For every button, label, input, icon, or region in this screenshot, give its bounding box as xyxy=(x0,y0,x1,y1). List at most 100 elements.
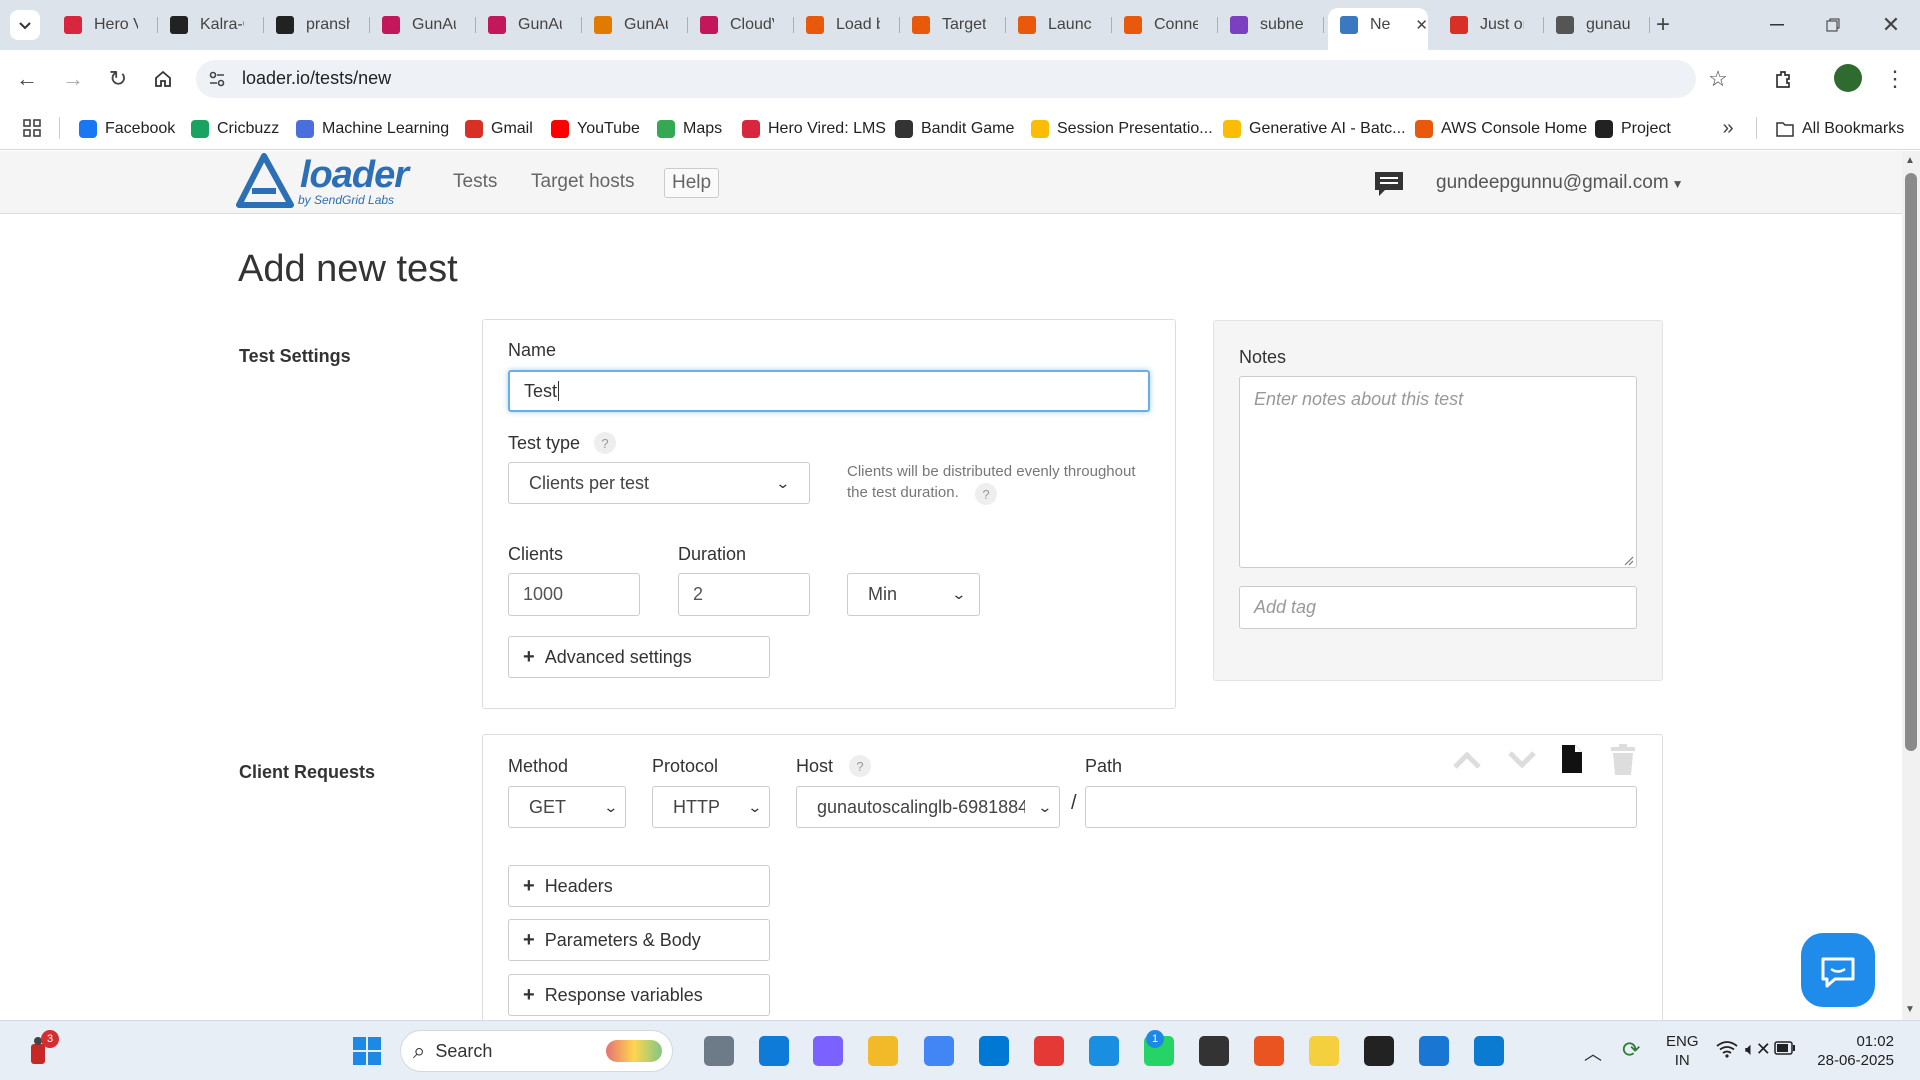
terminal-icon[interactable] xyxy=(1199,1036,1229,1066)
prime-video-icon[interactable] xyxy=(1089,1036,1119,1066)
browser-tab[interactable]: GunAu xyxy=(476,8,582,42)
close-tab-icon[interactable]: ✕ xyxy=(1415,16,1428,34)
bookmark-item[interactable]: Facebook xyxy=(79,114,175,144)
apps-grid-icon[interactable] xyxy=(18,114,46,142)
edge-icon[interactable] xyxy=(759,1036,789,1066)
chatgpt-icon[interactable] xyxy=(1364,1036,1394,1066)
host-help-icon[interactable]: ? xyxy=(849,755,871,777)
bookmark-item[interactable]: Maps xyxy=(657,114,722,144)
scroll-up-arrow-icon[interactable]: ▲ xyxy=(1905,155,1915,166)
browser-tab[interactable]: Kalra-G xyxy=(158,8,264,42)
bookmark-item[interactable]: Cricbuzz xyxy=(191,114,279,144)
browser-tab[interactable]: CloudV xyxy=(688,8,794,42)
language-indicator[interactable]: ENG IN xyxy=(1666,1032,1699,1070)
site-info-icon[interactable] xyxy=(204,66,230,92)
minimize-icon[interactable] xyxy=(1762,10,1792,40)
parameters-body-button[interactable]: + Parameters & Body xyxy=(508,919,770,961)
support-chat-button[interactable] xyxy=(1801,933,1875,1007)
scroll-down-arrow-icon[interactable]: ▼ xyxy=(1905,1004,1915,1015)
windows-start-icon[interactable] xyxy=(352,1036,382,1066)
bookmark-item[interactable]: Bandit Game xyxy=(895,114,1014,144)
taskbar-search-box[interactable]: ⌕ Search xyxy=(400,1030,673,1072)
chrome-icon[interactable] xyxy=(924,1036,954,1066)
resize-grip-icon[interactable] xyxy=(1622,553,1634,566)
vscode-icon[interactable] xyxy=(1474,1036,1504,1066)
chat-message-icon[interactable] xyxy=(1373,170,1405,198)
show-hidden-icons-chevron-icon[interactable]: ︿ xyxy=(1584,1040,1602,1066)
store-icon[interactable] xyxy=(979,1036,1009,1066)
clock[interactable]: 01:02 28-06-2025 xyxy=(1812,1032,1894,1070)
address-bar[interactable] xyxy=(196,60,1696,98)
browser-tab[interactable]: subnet xyxy=(1218,8,1324,42)
forward-arrow-icon[interactable]: → xyxy=(58,64,88,94)
all-bookmarks[interactable]: All Bookmarks xyxy=(1776,114,1904,144)
headers-button[interactable]: + Headers xyxy=(508,865,770,907)
loader-logo-icon[interactable] xyxy=(236,153,296,209)
duplicate-file-icon[interactable] xyxy=(1560,744,1584,774)
bookmark-item[interactable]: Project xyxy=(1595,114,1671,144)
restore-icon[interactable] xyxy=(1818,10,1848,40)
logo-text[interactable]: loader xyxy=(300,154,409,197)
scrollbar-thumb[interactable] xyxy=(1905,173,1917,751)
response-variables-button[interactable]: + Response variables xyxy=(508,974,770,1016)
delete-trash-icon[interactable] xyxy=(1610,744,1636,776)
method-select[interactable]: GET ⌄ xyxy=(508,786,626,828)
url-text[interactable]: loader.io/tests/new xyxy=(242,68,391,89)
notepad-icon[interactable] xyxy=(1419,1036,1449,1066)
copilot-icon[interactable] xyxy=(813,1036,843,1066)
duration-unit-select[interactable]: Min ⌄ xyxy=(847,573,980,616)
bookmark-item[interactable]: Session Presentatio... xyxy=(1031,114,1213,144)
bookmark-item[interactable]: Hero Vired: LMS xyxy=(742,114,886,144)
extensions-puzzle-icon[interactable] xyxy=(1768,64,1798,94)
duration-input[interactable]: 2 xyxy=(678,573,810,616)
browser-tab[interactable]: GunAu xyxy=(370,8,476,42)
host-select[interactable]: gunautoscalinglb-6981884 ⌄ xyxy=(796,786,1060,828)
test-type-help-icon[interactable]: ? xyxy=(594,432,616,454)
browser-tab[interactable]: Target xyxy=(900,8,1006,42)
profile-avatar[interactable] xyxy=(1834,64,1862,92)
browser-tab[interactable]: Just on xyxy=(1438,8,1544,42)
test-type-info-icon[interactable]: ? xyxy=(975,483,997,505)
bookmark-star-icon[interactable]: ☆ xyxy=(1703,64,1733,94)
browser-tab[interactable]: Hero V xyxy=(52,8,158,42)
bookmark-item[interactable]: Machine Learning xyxy=(296,114,449,144)
sticky-notes-icon[interactable] xyxy=(1309,1036,1339,1066)
browser-menu-icon[interactable]: ⋮ xyxy=(1880,64,1910,94)
bookmark-item[interactable]: YouTube xyxy=(551,114,640,144)
move-up-icon[interactable] xyxy=(1452,748,1482,772)
test-type-select[interactable]: Clients per test ⌄ xyxy=(508,462,810,504)
advanced-settings-button[interactable]: + Advanced settings xyxy=(508,636,770,678)
new-tab-plus-icon[interactable]: + xyxy=(1648,10,1678,40)
close-window-icon[interactable]: ✕ xyxy=(1876,10,1906,40)
browser-tab[interactable]: Ne ✕ xyxy=(1328,8,1428,50)
battery-icon[interactable] xyxy=(1774,1041,1796,1060)
path-input[interactable] xyxy=(1085,786,1637,828)
bookmark-item[interactable]: Gmail xyxy=(465,114,533,144)
browser-tab[interactable]: GunAu xyxy=(582,8,688,42)
browser-tab[interactable]: Load b xyxy=(794,8,900,42)
notes-textarea[interactable]: Enter notes about this test xyxy=(1239,376,1637,568)
protocol-select[interactable]: HTTP ⌄ xyxy=(652,786,770,828)
move-down-icon[interactable] xyxy=(1507,748,1537,772)
bookmark-item[interactable]: AWS Console Home xyxy=(1415,114,1587,144)
tab-search-chevron-icon[interactable] xyxy=(10,10,40,40)
file-explorer-icon[interactable] xyxy=(868,1036,898,1066)
volume-muted-icon[interactable]: 🔈︎✕ xyxy=(1745,1039,1771,1060)
browser-tab[interactable]: pransh xyxy=(264,8,370,42)
ubuntu-icon[interactable] xyxy=(1254,1036,1284,1066)
browser-tab[interactable]: gunaut xyxy=(1544,8,1650,42)
browser-tab[interactable]: Conne xyxy=(1112,8,1218,42)
home-icon[interactable] xyxy=(148,64,178,94)
browser-tab[interactable]: Launch xyxy=(1006,8,1112,42)
bookmark-item[interactable]: Generative AI - Batc... xyxy=(1223,114,1406,144)
name-input[interactable]: Test xyxy=(508,370,1150,412)
more-bookmarks-chevron-icon[interactable]: » xyxy=(1716,114,1740,142)
nav-help-link[interactable]: Help xyxy=(664,168,720,198)
sync-icon[interactable]: ⟳ xyxy=(1622,1037,1640,1063)
reload-icon[interactable]: ↻ xyxy=(103,64,133,94)
wifi-icon[interactable] xyxy=(1716,1040,1738,1063)
clients-input[interactable]: 1000 xyxy=(508,573,640,616)
nav-tests-link[interactable]: Tests xyxy=(453,171,497,193)
back-arrow-icon[interactable]: ← xyxy=(12,64,42,94)
task-view-icon[interactable] xyxy=(704,1036,734,1066)
